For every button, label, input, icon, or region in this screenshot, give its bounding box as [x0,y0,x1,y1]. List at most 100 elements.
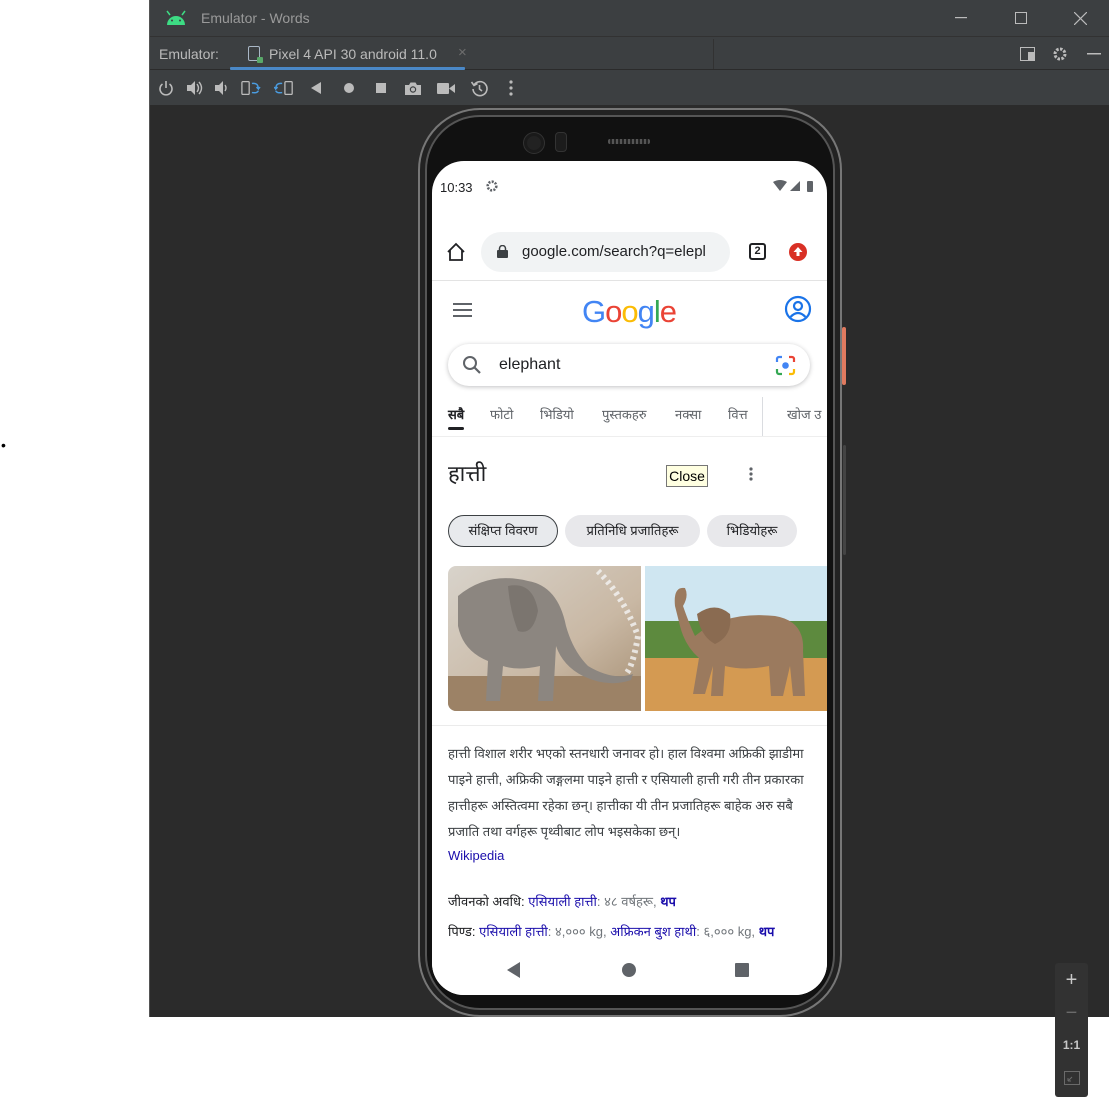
tab-books[interactable]: पुस्तकहरु [602,405,647,423]
back-button[interactable] [306,78,326,98]
zoom-fit-button[interactable] [1055,1063,1088,1093]
layout-icon [1019,47,1035,61]
fact-value: : ६,००० kg, [696,924,756,939]
more-vertical-icon[interactable] [749,467,753,481]
nav-overview-icon[interactable] [735,963,749,977]
tab-device-label: Pixel 4 API 30 android 11.0 [269,46,437,62]
fact-value: : ४८ वर्षहरू, [596,894,657,909]
power-side-button[interactable] [842,327,846,385]
wifi-icon [773,180,787,191]
fact-mass: पिण्ड: एसियाली हात्ती: ४,००० kg, अफ्रिकन… [448,922,774,940]
volume-down-button[interactable] [212,78,232,98]
camera-icon [405,82,421,95]
search-box[interactable]: elephant [448,344,810,386]
history-icon [470,80,488,96]
title-bar: Emulator - Words [150,0,1109,36]
address-bar[interactable]: google.com/search?q=elepl [481,232,730,272]
screenshot-button[interactable] [403,78,423,98]
device-canvas: 10:33 google.com/search?q=elepl 2 Google… [150,105,1109,1097]
fact-link[interactable]: एसियाली हात्ती [528,894,597,909]
tab-close-icon[interactable]: × [458,44,467,61]
zoom-out-button[interactable]: − [1055,998,1088,1028]
rotate-left-button[interactable] [241,78,261,98]
arrow-up-icon [793,247,803,256]
power-button[interactable] [156,78,176,98]
earpiece-speaker [608,139,650,144]
fact-label: पिण्ड: [448,924,476,939]
stray-bullet: • [1,437,6,453]
tab-bar: Emulator: Pixel 4 API 30 android 11.0 × [150,36,1109,70]
volume-down-icon [215,81,227,95]
home-button[interactable] [339,78,359,98]
signal-battery-icons [773,180,813,192]
overview-button[interactable] [371,78,391,98]
tab-device[interactable]: Pixel 4 API 30 android 11.0 × [230,37,512,70]
fact-link[interactable]: एसियाली हात्ती [479,924,548,939]
volume-up-button[interactable] [185,78,205,98]
chip-species[interactable]: प्रतिनिधि प्रजातिहरू [565,515,700,547]
tab-images[interactable]: फोटो [490,405,513,423]
gear-icon [1053,47,1067,61]
snapshot-button[interactable] [469,78,489,98]
zoom-in-button[interactable]: + [1055,965,1088,995]
zoom-actual-size-button[interactable]: 1:1 [1055,1030,1088,1060]
close-window-button[interactable] [1065,6,1095,30]
chip-overview[interactable]: संक्षिप्त विवरण [448,515,558,547]
layout-button[interactable] [1017,45,1037,63]
video-camera-icon [437,82,455,94]
hamburger-menu-icon[interactable] [453,303,472,317]
record-screen-button[interactable] [436,78,456,98]
lock-icon [497,245,508,258]
wikipedia-link[interactable]: Wikipedia [448,848,504,863]
elephant-photo [645,566,827,711]
google-lens-icon[interactable] [775,355,796,376]
more-options-button[interactable] [501,78,521,98]
tab-finance[interactable]: वित्त [728,405,748,423]
phone-frame: 10:33 google.com/search?q=elepl 2 Google… [418,108,846,1017]
search-query[interactable]: elephant [499,356,560,374]
cell-signal-icon [790,181,800,191]
update-icon[interactable] [789,243,807,261]
more-vertical-icon [509,80,513,96]
square-overview-icon [376,83,386,93]
fact-more-link[interactable]: थप [660,894,676,909]
divider [432,725,827,726]
settings-button[interactable] [1050,45,1070,63]
tab-all[interactable]: सबै [448,405,465,430]
minimize-icon [955,17,967,19]
fact-link[interactable]: अफ्रिकन बुश हाथी [610,924,696,939]
elephant-photo [448,566,641,711]
tab-search-tools[interactable]: खोज उ [787,405,821,423]
home-icon[interactable] [446,242,466,262]
maximize-button[interactable] [1006,6,1036,30]
browser-toolbar: google.com/search?q=elepl 2 [432,211,827,281]
nav-home-icon[interactable] [622,963,636,977]
volume-side-button[interactable] [843,445,846,555]
fact-value: : ४,००० kg, [547,924,607,939]
settings-notification-icon [486,180,498,192]
fact-more-link[interactable]: थप [759,924,775,939]
emulator-label: Emulator: [159,46,219,62]
account-icon[interactable] [784,295,812,323]
rotate-right-button[interactable] [274,78,294,98]
google-logo[interactable]: Google [582,294,677,330]
minimize-button[interactable] [946,6,976,30]
knowledge-panel-title: हात्ती [448,461,487,486]
tab-videos[interactable]: भिडियो [540,405,574,423]
search-icon [463,356,481,374]
phone-screen[interactable]: 10:33 google.com/search?q=elepl 2 Google… [432,161,827,995]
tab-maps[interactable]: नक्सा [675,405,701,423]
chip-videos[interactable]: भिडियोहरू [707,515,797,547]
maximize-icon [1015,12,1027,24]
tab-switcher-button[interactable]: 2 [749,243,766,260]
elephant-image-1[interactable] [448,566,641,711]
device-icon [248,46,263,63]
hide-button[interactable] [1084,45,1104,63]
emulator-toolbar [150,70,1109,105]
elephant-image-2[interactable] [645,566,827,711]
close-icon [1073,11,1087,25]
url-text[interactable]: google.com/search?q=elepl [522,243,720,260]
fit-screen-icon [1063,1071,1080,1085]
nav-back-icon[interactable] [507,962,521,978]
minimize-icon [1087,53,1101,55]
